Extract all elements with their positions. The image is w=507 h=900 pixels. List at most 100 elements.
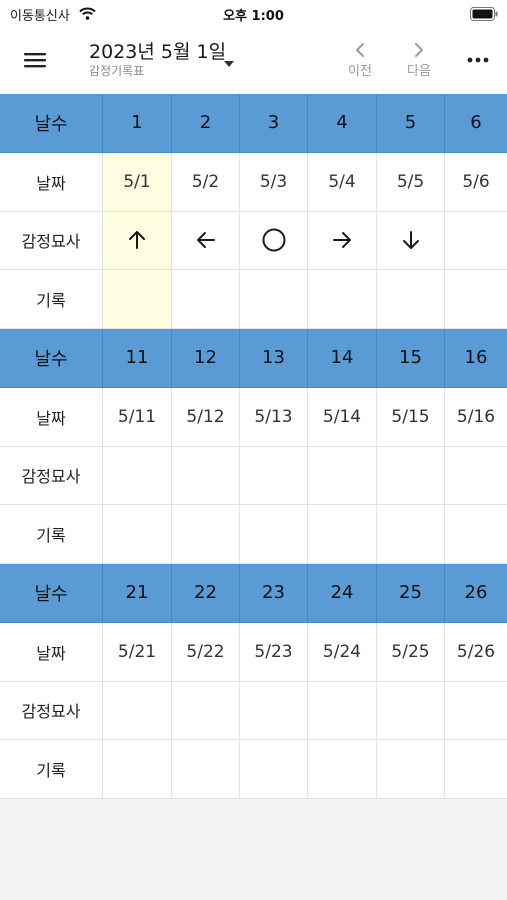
day-number: 2: [172, 94, 240, 153]
row-label-mood: 감정묘사: [0, 681, 103, 741]
note-cell[interactable]: [103, 505, 172, 564]
mood-cell[interactable]: [240, 446, 308, 506]
date-cell[interactable]: 5/16: [445, 387, 507, 447]
day-number: 23: [240, 564, 308, 623]
day-number: 26: [445, 564, 507, 623]
date-cell[interactable]: 5/11: [103, 387, 172, 447]
mood-cell[interactable]: [377, 211, 445, 271]
mood-cell[interactable]: [445, 681, 507, 741]
date-cell[interactable]: 5/15: [377, 387, 445, 447]
date-cell[interactable]: 5/12: [172, 387, 240, 447]
row-label-note: 기록: [0, 505, 103, 564]
mood-cell[interactable]: [308, 681, 377, 741]
note-cell[interactable]: [172, 505, 240, 564]
row-label-mood: 감정묘사: [0, 211, 103, 271]
note-cell[interactable]: [377, 270, 445, 329]
note-cell[interactable]: [445, 505, 507, 564]
note-cell[interactable]: [103, 270, 172, 329]
note-cell[interactable]: [308, 505, 377, 564]
caret-down-icon: [224, 61, 234, 67]
row-label-date: 날짜: [0, 152, 103, 212]
mood-cell[interactable]: [377, 446, 445, 506]
chevron-right-icon: [415, 43, 423, 57]
day-number: 16: [445, 329, 507, 388]
date-cell[interactable]: 5/22: [172, 622, 240, 682]
note-cell[interactable]: [377, 505, 445, 564]
row-label-days: 날수: [0, 94, 103, 153]
page-subtitle: 감정기록표: [89, 64, 145, 78]
date-cell[interactable]: 5/5: [377, 152, 445, 212]
day-number: 25: [377, 564, 445, 623]
mood-cell[interactable]: [103, 446, 172, 506]
date-cell[interactable]: 5/24: [308, 622, 377, 682]
mood-cell[interactable]: [377, 681, 445, 741]
mood-cell[interactable]: [240, 681, 308, 741]
note-cell[interactable]: [445, 740, 507, 799]
row-label-days: 날수: [0, 329, 103, 388]
day-number: 22: [172, 564, 240, 623]
note-cell[interactable]: [240, 505, 308, 564]
mood-cell[interactable]: [172, 681, 240, 741]
date-cell[interactable]: 5/6: [445, 152, 507, 212]
row-label-days: 날수: [0, 564, 103, 623]
note-cell[interactable]: [308, 740, 377, 799]
more-horizontal-icon: [467, 57, 489, 63]
date-cell[interactable]: 5/4: [308, 152, 377, 212]
date-cell[interactable]: 5/21: [103, 622, 172, 682]
date-cell[interactable]: 5/26: [445, 622, 507, 682]
mood-cell[interactable]: [445, 211, 507, 271]
chevron-left-icon: [356, 43, 364, 57]
mood-cell[interactable]: [103, 681, 172, 741]
page-title[interactable]: 2023년 5월 1일: [89, 37, 226, 64]
note-cell[interactable]: [103, 740, 172, 799]
day-number: 3: [240, 94, 308, 153]
hamburger-menu-icon: [24, 53, 46, 68]
date-cell[interactable]: 5/23: [240, 622, 308, 682]
arrow-up-icon: [129, 231, 145, 250]
date-dropdown[interactable]: [222, 54, 236, 73]
date-cell[interactable]: 5/25: [377, 622, 445, 682]
day-number: 4: [308, 94, 377, 153]
mood-cell[interactable]: [240, 211, 308, 271]
note-cell[interactable]: [172, 270, 240, 329]
note-cell[interactable]: [308, 270, 377, 329]
day-number: 13: [240, 329, 308, 388]
note-cell[interactable]: [377, 740, 445, 799]
mood-cell[interactable]: [172, 446, 240, 506]
prev-label: 이전: [348, 64, 372, 79]
day-number: 11: [103, 329, 172, 388]
note-cell[interactable]: [240, 740, 308, 799]
row-label-date: 날짜: [0, 622, 103, 682]
day-number: 6: [445, 94, 507, 153]
row-label-note: 기록: [0, 740, 103, 799]
mood-cell[interactable]: [445, 446, 507, 506]
menu-button[interactable]: [22, 48, 48, 72]
note-cell[interactable]: [240, 270, 308, 329]
mood-cell[interactable]: [308, 211, 377, 271]
more-button[interactable]: [462, 52, 494, 68]
day-number: 21: [103, 564, 172, 623]
app-header: 2023년 5월 1일 감정기록표 이전 다음: [0, 28, 507, 94]
day-number: 14: [308, 329, 377, 388]
row-label-note: 기록: [0, 270, 103, 329]
day-number: 24: [308, 564, 377, 623]
date-cell-today[interactable]: 5/1: [103, 152, 172, 212]
note-cell[interactable]: [445, 270, 507, 329]
note-cell[interactable]: [172, 740, 240, 799]
battery-icon: [470, 6, 498, 25]
date-cell[interactable]: 5/3: [240, 152, 308, 212]
next-button[interactable]: 다음: [394, 38, 444, 84]
day-number: 15: [377, 329, 445, 388]
date-cell[interactable]: 5/2: [172, 152, 240, 212]
mood-cell[interactable]: [308, 446, 377, 506]
date-cell[interactable]: 5/14: [308, 387, 377, 447]
circle-icon: [262, 228, 285, 252]
date-cell[interactable]: 5/13: [240, 387, 308, 447]
clock: 오후 1:00: [223, 9, 284, 24]
arrow-left-icon: [196, 232, 215, 249]
row-label-date: 날짜: [0, 387, 103, 447]
mood-cell[interactable]: [172, 211, 240, 271]
day-number: 12: [172, 329, 240, 388]
prev-button[interactable]: 이전: [335, 38, 385, 84]
mood-cell[interactable]: [103, 211, 172, 271]
